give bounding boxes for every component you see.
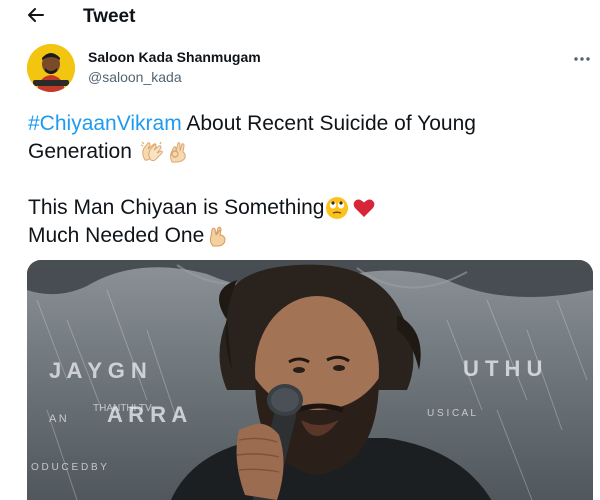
tweet-media-video[interactable]: J A Y G N U T H U A R R A A N U S I C A … <box>27 260 593 500</box>
back-button[interactable] <box>22 3 50 31</box>
tweet-text-segment: Generation <box>28 140 132 163</box>
poster-text: O D U C E D B Y <box>31 462 107 473</box>
tweet-text: #ChiyaanVikram About Recent Suicide of Y… <box>28 110 588 250</box>
tweet-line-4: Much Needed One <box>28 222 588 250</box>
more-options-button[interactable] <box>568 44 596 72</box>
crossed-fingers-icon <box>206 224 230 248</box>
page-title: Tweet <box>83 6 136 27</box>
arrow-left-icon <box>26 5 46 30</box>
face-with-rolling-eyes-icon <box>325 196 349 220</box>
watermark: THANTHI TV <box>93 403 152 414</box>
tweet-line-2: Generation <box>28 138 588 166</box>
top-bar: Tweet <box>0 0 600 34</box>
ok-hand-icon <box>166 140 190 164</box>
video-frame: J A Y G N U T H U A R R A A N U S I C A … <box>27 260 593 500</box>
user-handle[interactable]: @saloon_kada <box>88 69 182 85</box>
tweet-line-1: #ChiyaanVikram About Recent Suicide of Y… <box>28 110 588 138</box>
clapping-hands-icon <box>139 140 163 164</box>
ellipsis-icon <box>573 49 591 67</box>
avatar[interactable] <box>27 44 75 92</box>
red-heart-icon <box>352 196 376 220</box>
tweet-author: Saloon Kada Shanmugam @saloon_kada <box>0 40 600 98</box>
tweet-text-segment: This Man Chiyaan is Something <box>28 196 325 219</box>
hashtag-link[interactable]: #ChiyaanVikram <box>28 110 182 138</box>
poster-text: U T H U <box>463 356 542 381</box>
poster-text: U S I C A L <box>427 408 476 419</box>
tweet-line-3: This Man Chiyaan is Something <box>28 194 588 222</box>
tweet-text-segment: Much Needed One <box>28 224 205 247</box>
display-name[interactable]: Saloon Kada Shanmugam <box>88 49 261 65</box>
poster-text: A N <box>49 413 67 425</box>
poster-text: J A Y G N <box>49 358 147 383</box>
tweet-text-segment: About Recent Suicide of Young <box>181 112 476 135</box>
